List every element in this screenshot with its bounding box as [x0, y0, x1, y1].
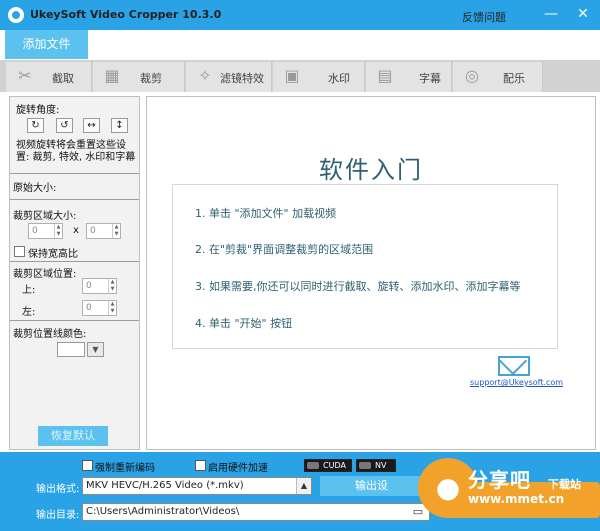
cuda-badge: CUDA: [304, 459, 352, 472]
intro-step-1: 1. 单击 "添加文件" 加载视频: [195, 207, 337, 220]
left-label: 左:: [22, 307, 36, 318]
chevron-down-icon[interactable]: ▼: [87, 342, 104, 357]
output-dir-field[interactable]: C:\Users\Administrator\Videos\: [82, 503, 430, 521]
intro-step-2: 2. 在"剪裁"界面调整裁剪的区域范围: [195, 243, 374, 256]
mail-icon[interactable]: [498, 356, 530, 376]
crop-position-label: 裁剪区域位置:: [13, 269, 77, 280]
tab-label: 裁剪: [140, 72, 162, 85]
add-file-button[interactable]: 添加文件: [5, 30, 88, 59]
tab-label: 截取: [52, 72, 74, 85]
hw-accel-checkbox[interactable]: [195, 460, 206, 471]
line-color-label: 裁剪位置线颜色:: [13, 329, 87, 340]
support-email-link[interactable]: support@Ukeysoft.com: [470, 378, 563, 387]
feedback-link[interactable]: 反馈问题: [462, 9, 506, 25]
intro-step-4: 4. 单击 "开始" 按钮: [195, 317, 293, 330]
crop-width-stepper[interactable]: 0 ▲ ▼: [28, 223, 63, 239]
divider: [10, 173, 139, 174]
rotate-ccw-button[interactable]: ↺: [56, 118, 73, 133]
keep-ratio-checkbox[interactable]: [14, 246, 25, 257]
scissors-icon: ✂: [18, 66, 32, 85]
top-position-stepper[interactable]: 0 ▲ ▼: [82, 278, 117, 294]
rotate-cw-button[interactable]: ↻: [27, 118, 44, 133]
stepper-arrows-icon[interactable]: ▲ ▼: [54, 224, 62, 238]
line-color-swatch[interactable]: [57, 342, 85, 357]
tab-trim[interactable]: ✂ 截取: [6, 62, 92, 92]
nvenc-badge: NV: [356, 459, 396, 472]
stepper-arrows-icon[interactable]: ▲ ▼: [108, 301, 116, 315]
watermark-download: 下载站: [548, 478, 581, 491]
stepper-value: 0: [86, 281, 92, 291]
watermark-icon: ▣: [284, 66, 300, 85]
divider: [10, 320, 139, 321]
close-icon[interactable]: ✕: [572, 4, 594, 24]
force-reencode-checkbox[interactable]: [82, 460, 93, 471]
file-toolbar: [0, 30, 600, 60]
tab-filters[interactable]: ✧ 滤镜特效: [186, 62, 272, 92]
site-watermark: ● 分享吧 下载站 www.mmet.cn: [418, 458, 600, 531]
tab-subtitles[interactable]: ▤ 字幕: [366, 62, 452, 92]
tab-music[interactable]: ◎ 配乐: [453, 62, 543, 92]
watermark-name: 分享吧: [468, 468, 531, 492]
rotate-note: 视频旋转将会重置这些设置: 裁剪, 特效, 水印和字幕: [16, 140, 136, 163]
keep-ratio-label: 保持宽高比: [28, 249, 78, 260]
divider: [10, 199, 139, 200]
intro-title: 软件入门: [319, 156, 423, 184]
output-format-select[interactable]: MKV HEVC/H.265 Video (*.mkv): [82, 477, 312, 495]
left-position-stepper[interactable]: 0 ▲ ▼: [82, 300, 117, 316]
original-size-label: 原始大小:: [13, 183, 57, 194]
tab-watermark[interactable]: ▣ 水印: [273, 62, 365, 92]
minimize-icon[interactable]: —: [540, 4, 562, 24]
times-sign: x: [73, 225, 79, 236]
tab-crop[interactable]: ▦ 裁剪: [93, 62, 185, 92]
tab-label: 滤镜特效: [220, 72, 264, 85]
divider: [10, 261, 139, 262]
top-label: 上:: [22, 285, 36, 296]
apple-logo-icon: ●: [435, 471, 461, 504]
hw-accel-label: 启用硬件加速: [208, 463, 268, 474]
watermark-url: www.mmet.cn: [468, 492, 565, 506]
flip-vertical-button[interactable]: ↕: [111, 118, 128, 133]
stepper-value: 0: [32, 226, 38, 236]
stepper-arrows-icon[interactable]: ▲ ▼: [108, 279, 116, 293]
music-icon: ◎: [465, 66, 479, 85]
tab-label: 水印: [328, 72, 350, 85]
reset-defaults-button[interactable]: 恢复默认: [38, 426, 108, 446]
rotate-label: 旋转角度:: [16, 105, 60, 116]
crop-size-label: 裁剪区域大小:: [13, 211, 77, 222]
output-dir-label: 输出目录:: [36, 510, 80, 521]
tab-label: 字幕: [419, 72, 441, 85]
tab-label: 配乐: [503, 72, 525, 85]
sparkle-icon: ✧: [198, 66, 212, 85]
flip-horizontal-button[interactable]: ↔: [83, 118, 100, 133]
stepper-value: 0: [90, 226, 96, 236]
caret-up-icon[interactable]: ▲: [296, 478, 311, 494]
force-reencode-label: 强制重新编码: [95, 463, 155, 474]
subtitle-icon: ▤: [377, 66, 393, 85]
intro-step-3: 3. 如果需要,你还可以同时进行截取、旋转、添加水印、添加字幕等: [195, 280, 521, 293]
window-title: UkeySoft Video Cropper 10.3.0: [30, 8, 222, 21]
stepper-arrows-icon[interactable]: ▲ ▼: [112, 224, 120, 238]
format-label: 输出格式:: [36, 484, 80, 495]
crop-height-stepper[interactable]: 0 ▲ ▼: [86, 223, 121, 239]
app-logo-icon: [8, 7, 24, 23]
stepper-value: 0: [86, 303, 92, 313]
film-crop-icon: ▦: [104, 66, 120, 85]
